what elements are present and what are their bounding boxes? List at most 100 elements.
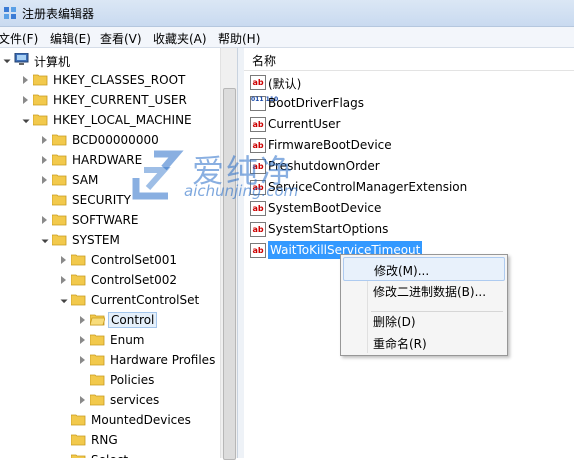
collapse-arrow-icon[interactable]: [58, 293, 68, 304]
tree-node[interactable]: Enum: [0, 330, 220, 350]
tree-node[interactable]: HARDWARE: [0, 150, 220, 170]
string-value-icon: ab: [250, 159, 266, 174]
context-rename[interactable]: 重命名(R): [343, 331, 505, 353]
tree-node[interactable]: SOFTWARE: [0, 210, 220, 230]
string-value-icon: ab: [250, 75, 266, 90]
tree-node[interactable]: Select: [0, 450, 220, 458]
tree-vertical-scrollbar[interactable]: [220, 48, 237, 460]
menu-file[interactable]: 文件(F): [0, 30, 38, 47]
tree-node[interactable]: Control: [0, 310, 220, 330]
collapse-arrow-icon[interactable]: [20, 113, 30, 124]
expand-arrow-icon[interactable]: [42, 176, 47, 184]
tree-node-label: Control: [108, 312, 158, 328]
tree-node[interactable]: Policies: [0, 370, 220, 390]
tree-node[interactable]: 计算机: [0, 50, 220, 70]
tree-node-label: ControlSet002: [91, 273, 177, 287]
folder-icon: [71, 274, 86, 286]
scrollbar-thumb[interactable]: [223, 88, 236, 460]
folder-icon: [52, 134, 67, 146]
tree-node[interactable]: CurrentControlSet: [0, 290, 220, 310]
tree-node-label: SOFTWARE: [72, 213, 139, 227]
value-row[interactable]: ab PreshutdownOrder: [248, 156, 568, 176]
context-rename-label: 重命名(R): [373, 337, 427, 351]
folder-icon: [71, 434, 86, 446]
tree-node-label: CurrentControlSet: [91, 293, 200, 307]
value-row[interactable]: ab CurrentUser: [248, 114, 568, 134]
folder-icon: [52, 214, 67, 226]
string-value-icon: ab: [250, 180, 266, 195]
registry-tree[interactable]: 计算机 HKEY_CLASSES_ROOT HKEY_CURRENT_USER HKE…: [0, 48, 220, 458]
value-row[interactable]: 011 110 BootDriverFlags: [248, 93, 568, 113]
context-modify-binary[interactable]: 修改二进制数据(B)...: [343, 279, 505, 301]
tree-node[interactable]: MountedDevices: [0, 410, 220, 430]
expand-arrow-icon[interactable]: [61, 276, 66, 284]
value-row[interactable]: ab (默认): [248, 72, 568, 92]
value-name: SystemStartOptions: [268, 222, 389, 236]
window-title: 注册表编辑器: [22, 7, 95, 21]
context-modify-label: 修改(M)...: [374, 264, 430, 278]
tree-node[interactable]: SECURITY: [0, 190, 220, 210]
value-name: PreshutdownOrder: [268, 159, 380, 173]
regedit-app-icon: [4, 7, 16, 19]
folder-icon: [33, 74, 48, 86]
tree-node[interactable]: HKEY_CURRENT_USER: [0, 90, 220, 110]
context-menu: 修改(M)... 修改二进制数据(B)... 删除(D) 重命名(R): [340, 254, 508, 356]
tree-node[interactable]: Hardware Profiles: [0, 350, 220, 370]
tree-node[interactable]: SAM: [0, 170, 220, 190]
expand-arrow-icon[interactable]: [80, 336, 85, 344]
tree-node[interactable]: HKEY_LOCAL_MACHINE: [0, 110, 220, 130]
folder-icon: [90, 374, 105, 386]
folder-icon: [71, 414, 86, 426]
expand-arrow-icon[interactable]: [23, 96, 28, 104]
title-bar: 注册表编辑器: [0, 0, 574, 27]
tree-node-label: Policies: [110, 373, 155, 387]
tree-node[interactable]: SYSTEM: [0, 230, 220, 250]
value-row[interactable]: ab SystemBootDevice: [248, 198, 568, 218]
tree-node-label: Enum: [110, 333, 145, 347]
tree-node-label: HKEY_CLASSES_ROOT: [53, 73, 186, 87]
expand-arrow-icon[interactable]: [42, 156, 47, 164]
tree-node[interactable]: services: [0, 390, 220, 410]
binary-value-icon: 011 110: [250, 96, 278, 111]
tree-node[interactable]: HKEY_CLASSES_ROOT: [0, 70, 220, 90]
expand-arrow-icon[interactable]: [42, 136, 47, 144]
context-delete[interactable]: 删除(D): [343, 309, 505, 331]
value-row[interactable]: ab ServiceControlManagerExtension: [248, 177, 568, 197]
context-modify-binary-label: 修改二进制数据(B)...: [373, 285, 487, 299]
tree-node[interactable]: ControlSet002: [0, 270, 220, 290]
folder-icon: [71, 254, 86, 266]
menu-favorites[interactable]: 收藏夹(A): [153, 30, 207, 47]
expand-arrow-icon[interactable]: [61, 256, 66, 264]
value-row[interactable]: ab SystemStartOptions: [248, 219, 568, 239]
value-name: FirmwareBootDevice: [268, 138, 392, 152]
string-value-icon: ab: [250, 117, 266, 132]
menu-help[interactable]: 帮助(H): [218, 30, 260, 47]
expand-arrow-icon[interactable]: [42, 216, 47, 224]
folder-icon: [52, 154, 67, 166]
column-header-name[interactable]: 名称: [244, 48, 574, 71]
tree-node[interactable]: BCD00000000: [0, 130, 220, 150]
collapse-arrow-icon[interactable]: [1, 53, 11, 64]
value-name: (默认): [268, 77, 302, 91]
expand-arrow-icon[interactable]: [80, 316, 85, 324]
tree-node-label: MountedDevices: [91, 413, 191, 427]
menu-bar: 文件(F) 编辑(E) 查看(V) 收藏夹(A) 帮助(H): [0, 27, 574, 48]
string-value-icon: ab: [250, 222, 266, 237]
menu-edit[interactable]: 编辑(E): [50, 30, 91, 47]
context-modify[interactable]: 修改(M)...: [343, 257, 505, 281]
expand-arrow-icon[interactable]: [23, 76, 28, 84]
value-row[interactable]: ab FirmwareBootDevice: [248, 135, 568, 155]
values-list[interactable]: 名称 ab (默认) 011 110 BootDriverFlags ab Current…: [244, 48, 574, 458]
tree-node[interactable]: ControlSet001: [0, 250, 220, 270]
expand-arrow-icon[interactable]: [80, 396, 85, 404]
folder-icon: [33, 114, 48, 126]
collapse-arrow-icon[interactable]: [39, 233, 49, 244]
computer-icon: [14, 53, 29, 65]
string-value-icon: ab: [250, 243, 266, 258]
string-value-icon: ab: [250, 201, 266, 216]
folder-icon: [52, 234, 67, 246]
menu-view[interactable]: 查看(V): [100, 30, 142, 47]
expand-arrow-icon[interactable]: [80, 356, 85, 364]
tree-node[interactable]: RNG: [0, 430, 220, 450]
open-folder-icon: [90, 314, 105, 326]
